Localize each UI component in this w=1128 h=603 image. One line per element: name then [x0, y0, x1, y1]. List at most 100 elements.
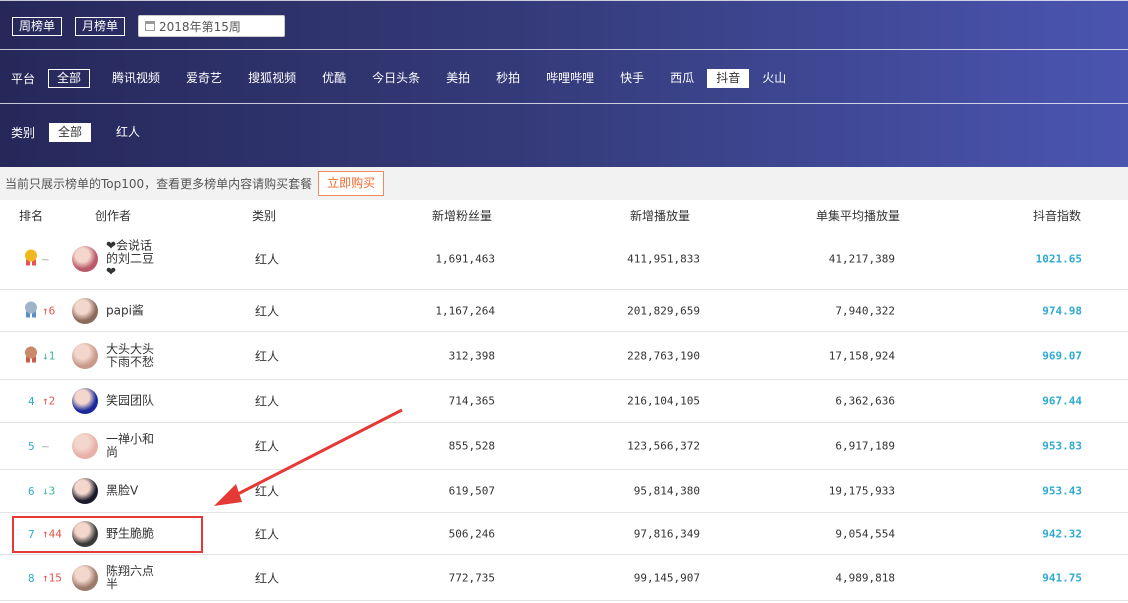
creator-name[interactable]: ❤会说话的刘二豆❤ — [106, 239, 162, 278]
new-fans-cell: 772,735 — [448, 571, 495, 584]
rank-number: 4 — [28, 395, 35, 408]
category-cell: 红人 — [255, 349, 280, 363]
rank-number: 5 — [28, 440, 35, 453]
douyin-index-cell: 942.32 — [1042, 527, 1082, 540]
calendar-icon — [145, 21, 156, 31]
notice-text: 当前只展示榜单的Top100，查看更多榜单内容请购买套餐 — [5, 177, 313, 191]
category-label: 类别 — [11, 125, 36, 140]
week-picker-input[interactable]: 2018年第15周 — [138, 15, 286, 37]
new-fans-cell: 619,507 — [448, 484, 495, 498]
category-cell: 红人 — [255, 304, 280, 318]
avg-plays-cell: 4,989,818 — [835, 571, 895, 584]
creator-name[interactable]: 一禅小和尚 — [106, 433, 162, 459]
buy-now-button[interactable]: 立即购买 — [318, 171, 385, 196]
avatar[interactable] — [72, 297, 98, 324]
platform-tab[interactable]: 今日头条 — [363, 69, 429, 88]
platform-tab[interactable]: 西瓜 — [661, 69, 703, 88]
avatar[interactable] — [72, 433, 98, 459]
col-rank[interactable]: 排名 — [19, 207, 43, 224]
category-cell: 红人 — [255, 439, 280, 454]
new-plays-cell: 201,829,659 — [627, 304, 700, 317]
category-cell: 红人 — [255, 571, 280, 585]
platform-tab[interactable]: 美拍 — [437, 69, 479, 88]
platform-tab[interactable]: 爱奇艺 — [177, 69, 231, 88]
col-creator[interactable]: 创作者 — [95, 207, 131, 224]
avg-plays-cell: 6,917,189 — [835, 439, 895, 453]
category-tab[interactable]: 全部 — [49, 122, 92, 142]
platform-tab[interactable]: 秒拍 — [487, 69, 529, 88]
period-row: 周榜单 月榜单 2018年第15周 — [0, 15, 1128, 37]
avatar[interactable] — [72, 388, 98, 414]
filter-header: 周榜单 月榜单 2018年第15周 平台 全部 腾讯视频 爱奇艺 搜狐视频 优酷 今日头条… — [0, 0, 1128, 167]
rank-number: 8 — [28, 571, 35, 585]
rank-change: ↓3 — [42, 484, 56, 498]
avg-plays-cell: 9,054,554 — [835, 527, 895, 540]
platform-tab[interactable]: 抖音 — [707, 68, 750, 88]
platform-tab[interactable]: 搜狐视频 — [239, 69, 305, 88]
table-row[interactable]: 8 ↑15 陈翔六点半 红人 772,735 99,145,907 4,989,818 941… — [0, 555, 1128, 601]
rank-cell — [24, 301, 38, 320]
platform-tab[interactable]: 快手 — [611, 69, 653, 88]
new-fans-cell: 714,365 — [448, 394, 495, 408]
avatar[interactable] — [72, 342, 98, 369]
new-fans-cell: 1,167,264 — [435, 304, 495, 317]
rank-cell: 6 — [28, 484, 35, 498]
rank-cell: 4 — [28, 394, 35, 408]
table-row[interactable]: 6 ↓3 黑脸V 红人 619,507 95,814,380 19,175,933 953.4… — [0, 470, 1128, 513]
col-avg-plays[interactable]: 单集平均播放量 — [816, 207, 900, 224]
avatar[interactable] — [72, 245, 98, 272]
new-plays-cell: 95,814,380 — [633, 484, 700, 498]
table-row[interactable]: ↑6 papi酱 红人 1,167,264 201,829,659 7,940,322 97… — [0, 290, 1128, 332]
divider — [0, 49, 1128, 50]
new-plays-cell: 123,566,372 — [627, 439, 700, 453]
rank-change: ↑2 — [42, 394, 56, 408]
platform-tab[interactable]: 火山 — [753, 69, 795, 88]
table-row[interactable]: 4 ↑2 笑园团队 红人 714,365 216,104,105 6,362,636 967.… — [0, 380, 1128, 423]
creator-name[interactable]: papi酱 — [106, 304, 162, 317]
category-cell: 红人 — [255, 394, 280, 409]
avg-plays-cell: 6,362,636 — [835, 394, 895, 408]
platform-tab[interactable]: 腾讯视频 — [103, 69, 169, 88]
rank-change: ↑6 — [42, 304, 56, 317]
table-row[interactable]: ↓1 大头大头下雨不愁 红人 312,398 228,763,190 17,158,924… — [0, 332, 1128, 380]
monthly-rank-button[interactable]: 月榜单 — [75, 16, 126, 36]
col-new-fans[interactable]: 新增粉丝量 — [432, 207, 492, 224]
top100-notice: 当前只展示榜单的Top100，查看更多榜单内容请购买套餐 立即购买 — [0, 167, 1128, 200]
category-cell: 红人 — [255, 527, 280, 541]
table-header: 排名 创作者 类别 新增粉丝量 新增播放量 单集平均播放量 抖音指数 — [0, 200, 1128, 228]
category-tab[interactable]: 红人 — [107, 123, 149, 142]
medal-icon — [24, 249, 38, 265]
new-plays-cell: 99,145,907 — [633, 571, 700, 584]
platform-label: 平台 — [11, 71, 36, 86]
creator-name[interactable]: 黑脸V — [106, 484, 162, 498]
weekly-rank-button[interactable]: 周榜单 — [12, 16, 63, 36]
table-row[interactable]: 5– 一禅小和尚 红人 855,528 123,566,372 6,917,189 953.… — [0, 423, 1128, 470]
avatar[interactable] — [72, 564, 98, 591]
col-new-plays[interactable]: 新增播放量 — [630, 207, 690, 224]
new-fans-cell: 506,246 — [448, 527, 495, 540]
new-plays-cell: 411,951,833 — [627, 252, 700, 265]
avg-plays-cell: 41,217,389 — [828, 252, 895, 265]
rank-change: ↓1 — [42, 349, 56, 362]
avatar[interactable] — [72, 478, 98, 504]
platform-tab[interactable]: 哔哩哔哩 — [537, 69, 603, 88]
table-row[interactable]: – ❤会说话的刘二豆❤ 红人 1,691,463 411,951,833 41,217,3… — [0, 228, 1128, 290]
avg-plays-cell: 7,940,322 — [835, 304, 895, 317]
col-douyin-index[interactable]: 抖音指数 — [1033, 207, 1081, 224]
creator-name[interactable]: 陈翔六点半 — [106, 564, 162, 591]
highlight-box — [12, 516, 203, 553]
creator-name[interactable]: 大头大头下雨不愁 — [106, 342, 162, 369]
new-fans-cell: 312,398 — [448, 349, 495, 362]
platform-tab[interactable]: 全部 — [48, 68, 91, 88]
douyin-index-cell: 967.44 — [1042, 394, 1082, 408]
col-category[interactable]: 类别 — [252, 207, 276, 224]
platform-tab[interactable]: 优酷 — [313, 69, 355, 88]
divider — [0, 103, 1128, 104]
rank-cell — [24, 346, 38, 365]
rank-cell: 8 — [28, 571, 35, 585]
new-fans-cell: 855,528 — [448, 439, 495, 453]
medal-icon — [24, 301, 38, 317]
week-picker-value: 2018年第15周 — [159, 19, 241, 34]
creator-name[interactable]: 笑园团队 — [106, 394, 162, 408]
new-plays-cell: 228,763,190 — [627, 349, 700, 362]
